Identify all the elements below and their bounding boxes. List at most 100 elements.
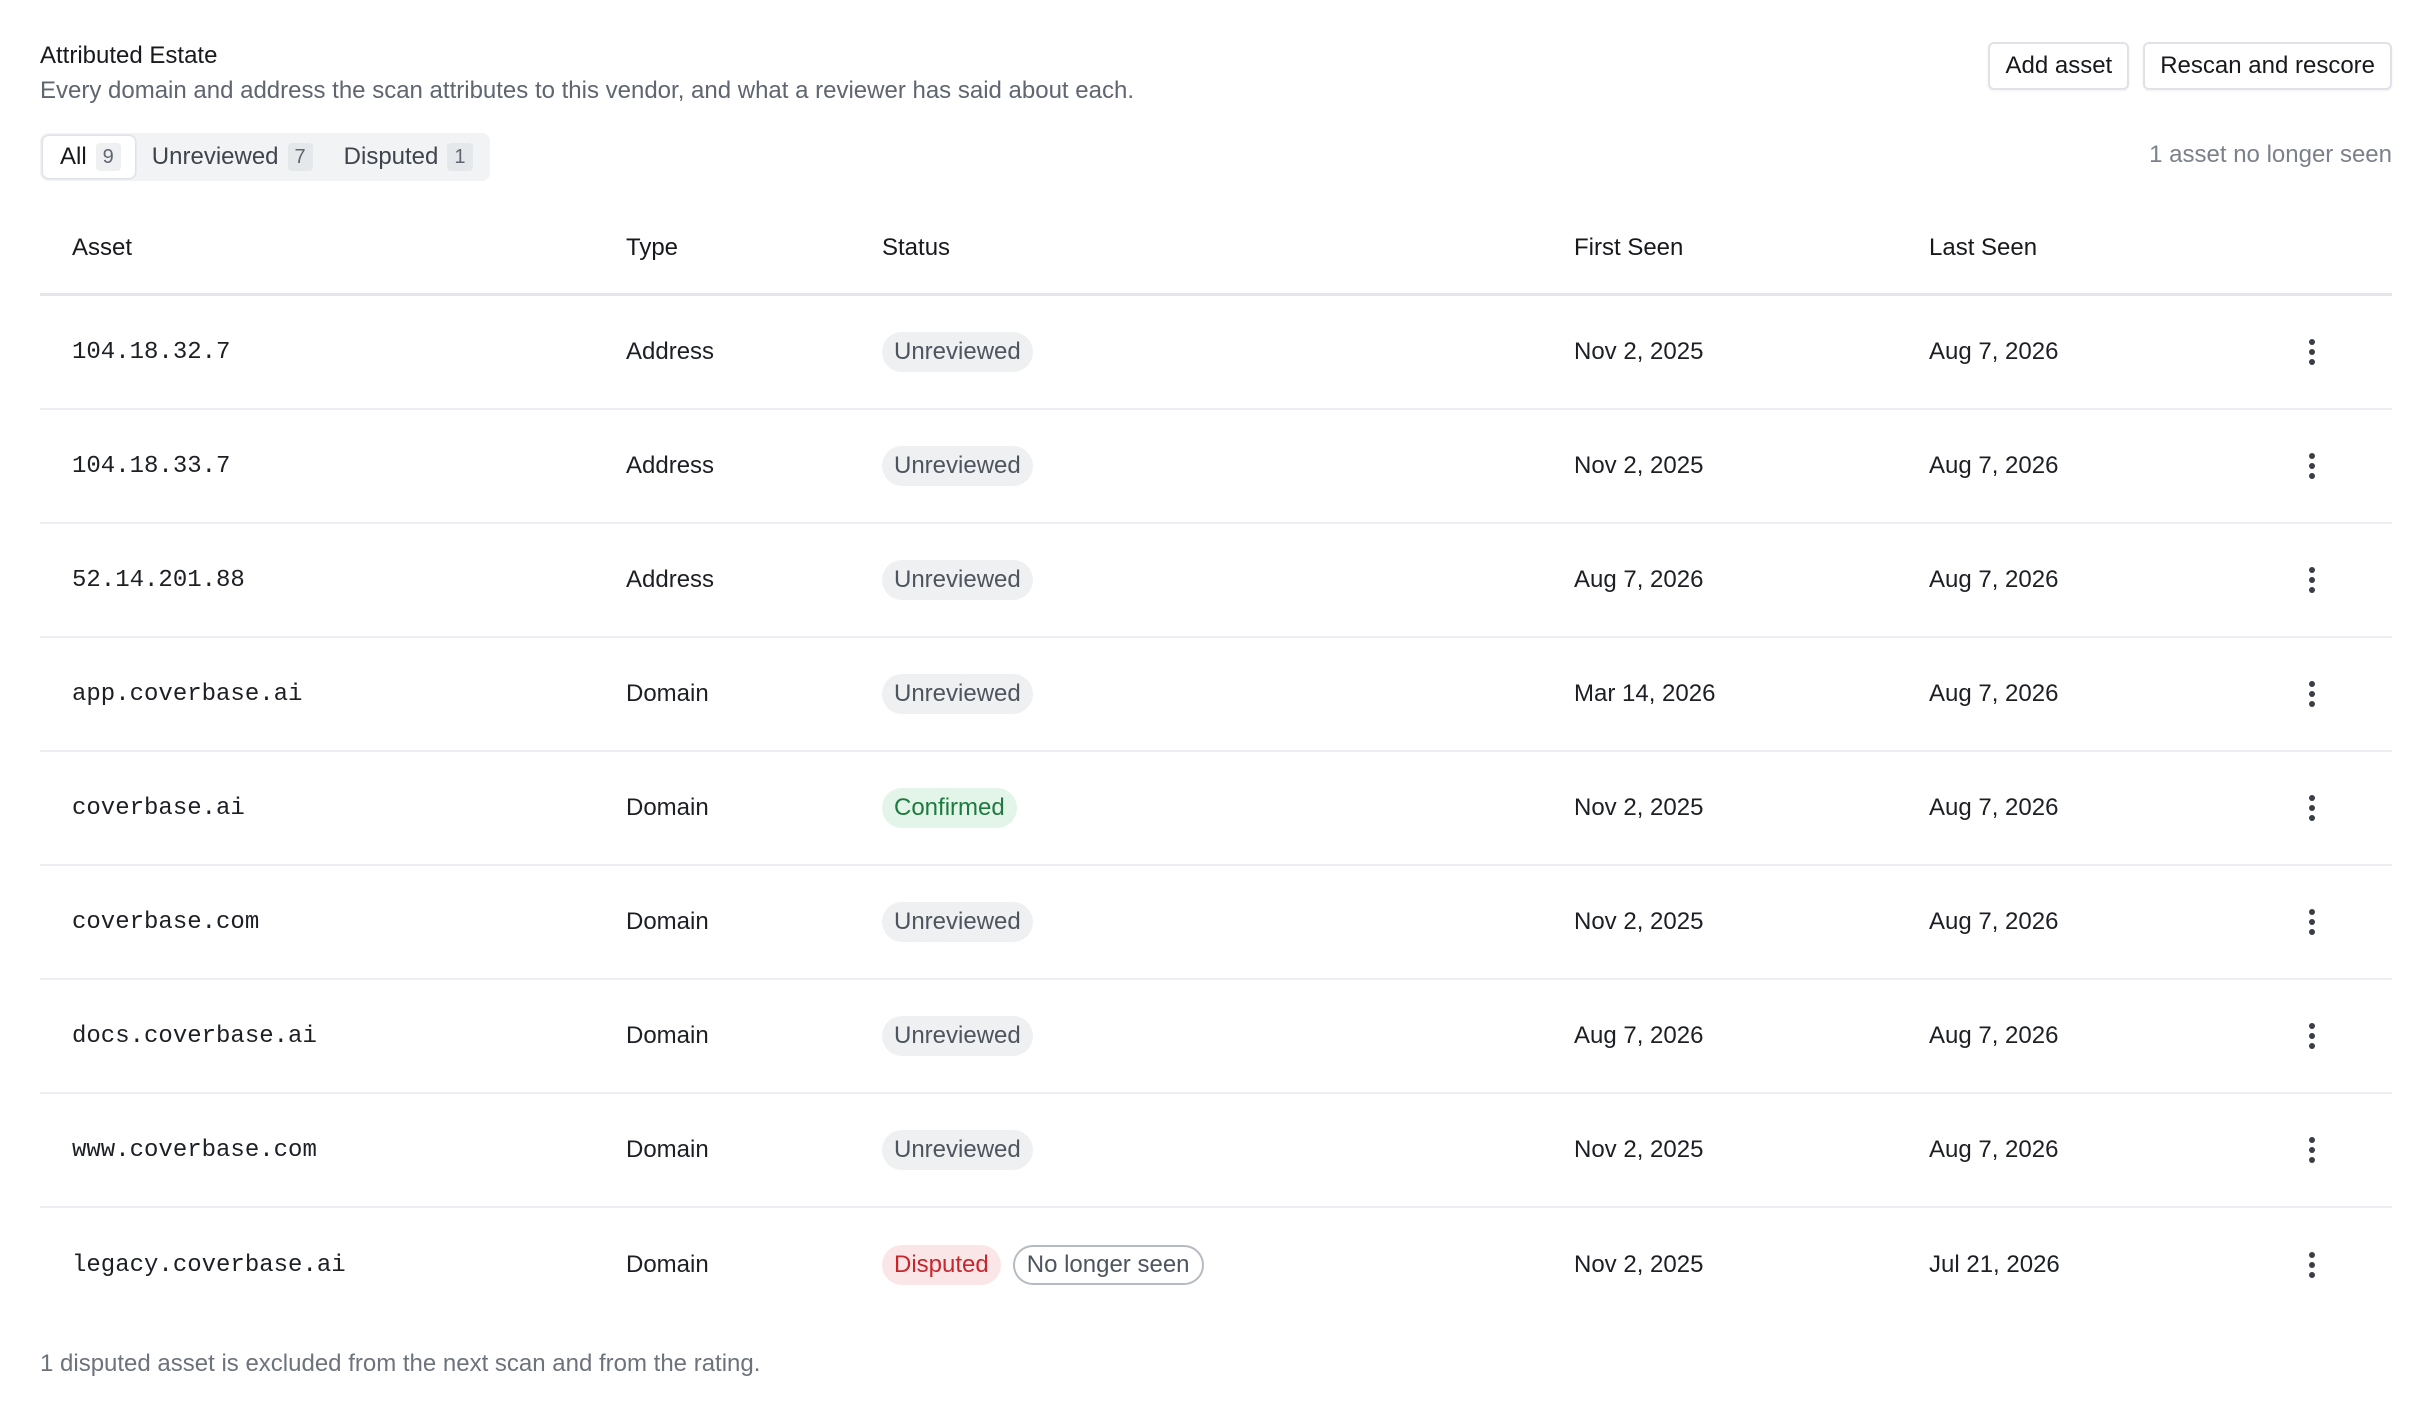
- more-vertical-icon[interactable]: [2292, 560, 2332, 600]
- tab-count-badge: 1: [447, 143, 473, 171]
- asset-type: Domain: [626, 794, 709, 821]
- more-vertical-icon[interactable]: [2292, 788, 2332, 828]
- status-badge: Unreviewed: [882, 332, 1033, 372]
- more-vertical-icon[interactable]: [2292, 1016, 2332, 1056]
- column-header-first-seen[interactable]: First Seen: [1574, 234, 1929, 262]
- status-badge: Disputed: [882, 1245, 1001, 1285]
- table-row[interactable]: app.coverbase.ai Domain Unreviewed Mar 14, …: [40, 638, 2392, 752]
- more-vertical-icon[interactable]: [2292, 674, 2332, 714]
- row-actions-cell: [2279, 332, 2392, 372]
- row-actions-cell: [2279, 788, 2392, 828]
- more-vertical-icon[interactable]: [2292, 446, 2332, 486]
- row-actions-cell: [2279, 560, 2392, 600]
- first-seen-date: Mar 14, 2026: [1574, 680, 1716, 707]
- tab-unreviewed[interactable]: Unreviewed 7: [135, 136, 327, 178]
- asset-type: Domain: [626, 1251, 709, 1278]
- more-vertical-icon[interactable]: [2292, 902, 2332, 942]
- asset-type: Domain: [626, 1136, 709, 1163]
- asset-type: Address: [626, 566, 715, 593]
- header-actions: Add asset Rescan and rescore: [1988, 42, 2392, 90]
- tab-label: Disputed: [343, 143, 439, 170]
- status-cell: Unreviewed: [882, 560, 1574, 600]
- table-header: Asset Type Status First Seen Last Seen: [40, 203, 2392, 296]
- status-badges: Disputed No longer seen: [882, 1245, 1574, 1285]
- filter-bar: All 9 Unreviewed 7 Disputed 1 1 asset no…: [40, 133, 2392, 183]
- column-header-status[interactable]: Status: [882, 234, 1574, 262]
- tab-count-badge: 7: [287, 143, 313, 171]
- status-cell: Unreviewed: [882, 674, 1574, 714]
- last-seen-date: Aug 7, 2026: [1929, 680, 2059, 707]
- tab-disputed[interactable]: Disputed 1: [327, 136, 487, 178]
- table-row[interactable]: coverbase.ai Domain Confirmed Nov 2, 2025 Au…: [40, 752, 2392, 866]
- filter-tabs: All 9 Unreviewed 7 Disputed 1: [40, 133, 490, 181]
- asset-type: Domain: [626, 908, 709, 935]
- status-badges: Unreviewed: [882, 446, 1574, 486]
- asset-name: legacy.coverbase.ai: [72, 1251, 346, 1279]
- last-seen-date: Aug 7, 2026: [1929, 566, 2059, 593]
- row-actions-cell: [2279, 902, 2392, 942]
- table-body: 104.18.32.7 Address Unreviewed Nov 2, 2025 A…: [40, 296, 2392, 1322]
- first-seen-date: Nov 2, 2025: [1574, 794, 1704, 821]
- add-asset-button[interactable]: Add asset: [1988, 42, 2130, 90]
- table-row[interactable]: coverbase.com Domain Unreviewed Nov 2, 2025…: [40, 866, 2392, 980]
- last-seen-date: Aug 7, 2026: [1929, 794, 2059, 821]
- status-badge: Unreviewed: [882, 1016, 1033, 1056]
- more-vertical-icon[interactable]: [2292, 332, 2332, 372]
- attributed-estate-panel: Attributed Estate Every domain and addre…: [0, 0, 2432, 1422]
- column-header-last-seen[interactable]: Last Seen: [1929, 234, 2279, 262]
- asset-type: Domain: [626, 1022, 709, 1049]
- table-row[interactable]: 104.18.32.7 Address Unreviewed Nov 2, 2025 A…: [40, 296, 2392, 410]
- status-cell: Unreviewed: [882, 332, 1574, 372]
- asset-name: 104.18.32.7: [72, 338, 231, 366]
- row-actions-cell: [2279, 674, 2392, 714]
- no-longer-seen-summary: 1 asset no longer seen: [2149, 141, 2392, 168]
- column-header-type[interactable]: Type: [626, 234, 882, 262]
- rescan-and-rescore-button[interactable]: Rescan and rescore: [2143, 42, 2392, 90]
- tab-label: All: [60, 143, 87, 170]
- asset-type: Address: [626, 338, 715, 365]
- status-badge: Unreviewed: [882, 560, 1033, 600]
- asset-type: Domain: [626, 680, 709, 707]
- asset-name: 104.18.33.7: [72, 452, 231, 480]
- column-header-asset[interactable]: Asset: [40, 234, 626, 262]
- no-longer-seen-badge: No longer seen: [1012, 1245, 1204, 1285]
- first-seen-date: Nov 2, 2025: [1574, 452, 1704, 479]
- last-seen-date: Aug 7, 2026: [1929, 452, 2059, 479]
- last-seen-date: Aug 7, 2026: [1929, 338, 2059, 365]
- first-seen-date: Aug 7, 2026: [1574, 566, 1704, 593]
- asset-type: Address: [626, 452, 715, 479]
- table-row[interactable]: legacy.coverbase.ai Domain Disputed No long…: [40, 1208, 2392, 1322]
- status-badges: Unreviewed: [882, 560, 1574, 600]
- first-seen-date: Nov 2, 2025: [1574, 908, 1704, 935]
- last-seen-date: Aug 7, 2026: [1929, 908, 2059, 935]
- status-badges: Unreviewed: [882, 1016, 1574, 1056]
- status-badge: Unreviewed: [882, 674, 1033, 714]
- table-row[interactable]: docs.coverbase.ai Domain Unreviewed Aug 7, …: [40, 980, 2392, 1094]
- more-vertical-icon[interactable]: [2292, 1245, 2332, 1285]
- status-badges: Unreviewed: [882, 332, 1574, 372]
- page-subtitle: Every domain and address the scan attrib…: [40, 77, 1134, 104]
- asset-name: www.coverbase.com: [72, 1136, 317, 1164]
- table-row[interactable]: 52.14.201.88 Address Unreviewed Aug 7, 2026…: [40, 524, 2392, 638]
- table-row[interactable]: 104.18.33.7 Address Unreviewed Nov 2, 2025 A…: [40, 410, 2392, 524]
- tab-all[interactable]: All 9: [43, 136, 135, 178]
- panel-header: Attributed Estate Every domain and addre…: [40, 40, 2392, 112]
- status-badge: Unreviewed: [882, 446, 1033, 486]
- first-seen-date: Nov 2, 2025: [1574, 1136, 1704, 1163]
- last-seen-date: Aug 7, 2026: [1929, 1136, 2059, 1163]
- assets-table: Asset Type Status First Seen Last Seen 1…: [40, 203, 2392, 1322]
- asset-name: coverbase.ai: [72, 794, 245, 822]
- asset-name: coverbase.com: [72, 908, 260, 936]
- last-seen-date: Aug 7, 2026: [1929, 1022, 2059, 1049]
- status-badges: Confirmed: [882, 788, 1574, 828]
- status-badges: Unreviewed: [882, 1130, 1574, 1170]
- last-seen-date: Jul 21, 2026: [1929, 1251, 2060, 1278]
- more-vertical-icon[interactable]: [2292, 1130, 2332, 1170]
- status-cell: Unreviewed: [882, 902, 1574, 942]
- status-badges: Unreviewed: [882, 902, 1574, 942]
- table-row[interactable]: www.coverbase.com Domain Unreviewed Nov 2, …: [40, 1094, 2392, 1208]
- status-badges: Unreviewed: [882, 674, 1574, 714]
- status-cell: Unreviewed: [882, 1016, 1574, 1056]
- first-seen-date: Nov 2, 2025: [1574, 338, 1704, 365]
- first-seen-date: Aug 7, 2026: [1574, 1022, 1704, 1049]
